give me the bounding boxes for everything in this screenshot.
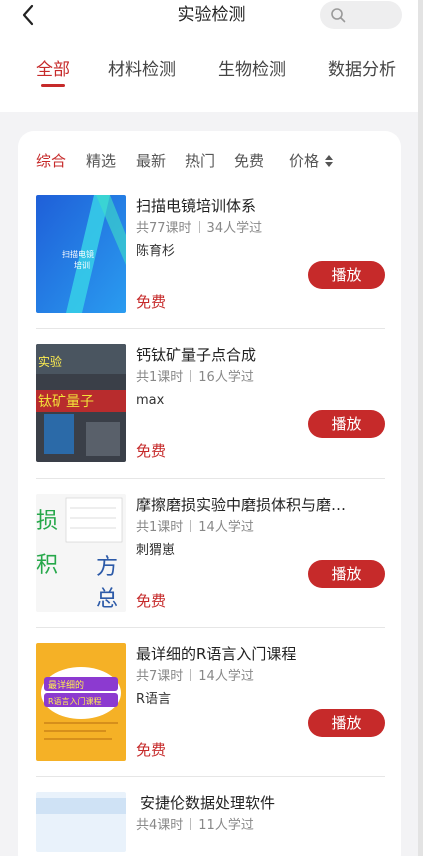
- thumb-text: 最详细的: [48, 679, 84, 691]
- course-author: R语言: [136, 692, 172, 707]
- course-price: 免费: [136, 741, 167, 759]
- play-button[interactable]: 播放: [308, 410, 385, 438]
- course-meta: 共7课时 14人学过: [136, 668, 254, 686]
- svg-text:积: 积: [36, 553, 58, 578]
- play-button[interactable]: 播放: [308, 560, 385, 588]
- search-icon: [331, 8, 346, 23]
- meta-divider: [190, 669, 192, 681]
- course-title: 钙钛矿量子点合成: [136, 346, 257, 364]
- play-button[interactable]: 播放: [308, 709, 385, 737]
- course-thumbnail: [36, 792, 126, 852]
- course-author: 刺猬崽: [136, 543, 176, 558]
- svg-text:培训: 培训: [74, 260, 90, 270]
- course-author: 陈育杉: [136, 244, 176, 259]
- learner-count: 34人学过: [206, 221, 263, 236]
- learner-count: 14人学过: [198, 669, 254, 684]
- filter-overall[interactable]: 综合: [36, 149, 66, 173]
- filter-newest[interactable]: 最新: [136, 149, 166, 173]
- active-tab-indicator: [41, 84, 65, 87]
- search-button[interactable]: [320, 1, 402, 29]
- lesson-count: 共1课时: [136, 370, 184, 385]
- course-thumbnail: 最详细的 R语言入门课程: [36, 643, 126, 761]
- tab-material-testing[interactable]: 材料检测: [108, 56, 176, 84]
- scrollbar[interactable]: [418, 0, 423, 856]
- course-item[interactable]: 安捷伦数据处理软件 共4课时 11人学过: [36, 792, 385, 852]
- filter-featured[interactable]: 精选: [86, 149, 116, 173]
- course-item[interactable]: 钛矿量子 实验 钙钛矿量子点合成 共1课时 16人学过 max 免费 播放: [36, 344, 385, 484]
- sort-arrows-icon[interactable]: [324, 154, 334, 168]
- tab-all[interactable]: 全部: [36, 56, 70, 84]
- learner-count: 14人学过: [198, 520, 254, 535]
- tab-biological-testing[interactable]: 生物检测: [218, 56, 286, 84]
- course-meta: 共77课时 34人学过: [136, 220, 262, 238]
- svg-text:方: 方: [96, 555, 118, 580]
- list-divider: [36, 328, 385, 329]
- meta-divider: [198, 221, 200, 233]
- course-title: 最详细的R语言入门课程: [136, 645, 297, 663]
- lesson-count: 共1课时: [136, 520, 184, 535]
- course-title: 摩擦磨损实验中磨损体积与磨…: [136, 496, 347, 514]
- meta-divider: [190, 370, 192, 382]
- filter-free[interactable]: 免费: [234, 149, 264, 173]
- course-title: 扫描电镜培训体系: [136, 197, 257, 215]
- thumb-text: 扫描电镜: [62, 249, 94, 259]
- thumb-text: 损: [36, 509, 58, 534]
- list-divider: [36, 627, 385, 628]
- list-divider: [36, 776, 385, 777]
- course-item[interactable]: 扫描电镜 培训 扫描电镜培训体系 共77课时 34人学过 陈育杉 免费 播放: [36, 195, 385, 335]
- course-thumbnail: 扫描电镜 培训: [36, 195, 126, 313]
- learner-count: 11人学过: [198, 818, 254, 833]
- lesson-count: 共77课时: [136, 221, 192, 236]
- meta-divider: [190, 818, 192, 830]
- thumb-text: 钛矿量子: [38, 394, 94, 410]
- course-author: max: [136, 393, 165, 408]
- course-price: 免费: [136, 592, 167, 610]
- course-price: 免费: [136, 442, 167, 460]
- lesson-count: 共7课时: [136, 669, 184, 684]
- filter-popular[interactable]: 热门: [185, 149, 215, 173]
- filter-price[interactable]: 价格: [289, 149, 319, 173]
- sort-filter-bar: 综合 精选 最新 热门 免费 价格: [18, 149, 401, 175]
- course-thumbnail: 钛矿量子 实验: [36, 344, 126, 462]
- list-divider: [36, 478, 385, 479]
- course-meta: 共1课时 14人学过: [136, 519, 254, 537]
- meta-divider: [190, 520, 192, 532]
- svg-text:R语言入门课程: R语言入门课程: [48, 696, 102, 706]
- course-item[interactable]: 损 积 方 总 摩擦磨损实验中磨损体积与磨… 共1课时 14人学过 刺猬崽 免费 …: [36, 494, 385, 634]
- tab-data-analysis[interactable]: 数据分析: [328, 56, 396, 84]
- svg-text:总: 总: [96, 587, 118, 612]
- course-item[interactable]: 最详细的 R语言入门课程 最详细的R语言入门课程 共7课时 14人学过 R语言 免…: [36, 643, 385, 783]
- svg-text:实验: 实验: [38, 354, 62, 369]
- learner-count: 16人学过: [198, 370, 254, 385]
- course-price: 免费: [136, 293, 167, 311]
- course-thumbnail: 损 积 方 总: [36, 494, 126, 612]
- course-meta: 共1课时 16人学过: [136, 369, 254, 387]
- play-button[interactable]: 播放: [308, 261, 385, 289]
- course-title: 安捷伦数据处理软件: [140, 794, 276, 812]
- course-meta: 共4课时 11人学过: [136, 817, 254, 835]
- lesson-count: 共4课时: [136, 818, 184, 833]
